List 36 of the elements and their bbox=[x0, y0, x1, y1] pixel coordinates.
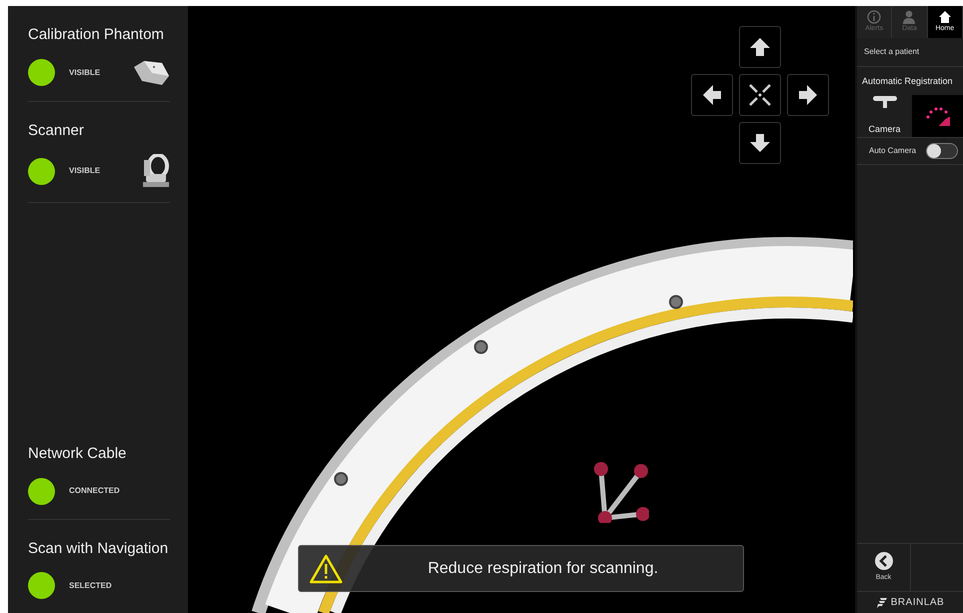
auto-camera-label: Auto Camera bbox=[869, 144, 916, 156]
pan-right-button[interactable] bbox=[787, 74, 829, 116]
status-text: VISIBLE bbox=[69, 165, 102, 177]
phantom-block-icon bbox=[132, 58, 170, 86]
status-text: SELECTED bbox=[69, 580, 113, 592]
person-icon bbox=[902, 10, 916, 24]
pan-up-button[interactable] bbox=[739, 26, 781, 68]
auto-camera-toggle[interactable] bbox=[926, 142, 958, 158]
arrow-right-icon bbox=[798, 84, 818, 106]
device-title: Scanner bbox=[28, 120, 84, 140]
camera-button[interactable]: Camera bbox=[857, 94, 912, 136]
status-text: CONNECTED bbox=[69, 485, 121, 497]
scanner-device-icon bbox=[140, 154, 170, 188]
pan-left-button[interactable] bbox=[691, 74, 733, 116]
home-icon bbox=[938, 10, 952, 24]
marker-array-icon bbox=[591, 461, 649, 523]
info-icon bbox=[867, 10, 882, 24]
select-patient-link[interactable]: Select a patient bbox=[864, 47, 920, 56]
device-title: Network Cable bbox=[28, 444, 126, 464]
device-title: Calibration Phantom bbox=[28, 25, 164, 45]
camera-view-drawing bbox=[924, 104, 952, 126]
center-view-button[interactable] bbox=[739, 74, 781, 116]
arrow-up-icon bbox=[749, 37, 771, 57]
warning-message: Reduce respiration for scanning. bbox=[426, 558, 660, 578]
pan-down-button[interactable] bbox=[739, 122, 781, 164]
brand-logo: BRAINLAB bbox=[857, 591, 963, 613]
arrow-left-icon bbox=[702, 84, 722, 106]
device-title: Scan with Navigation bbox=[28, 538, 168, 558]
back-chevron-icon bbox=[874, 552, 892, 570]
status-text: VISIBLE bbox=[69, 66, 102, 78]
brand-mark-icon bbox=[876, 597, 887, 608]
section-title: Automatic Registration bbox=[861, 75, 954, 88]
camera-bar-icon bbox=[872, 94, 898, 108]
warning-icon bbox=[309, 554, 343, 584]
collapse-arrows-icon bbox=[748, 83, 772, 107]
arrow-down-icon bbox=[749, 133, 771, 153]
